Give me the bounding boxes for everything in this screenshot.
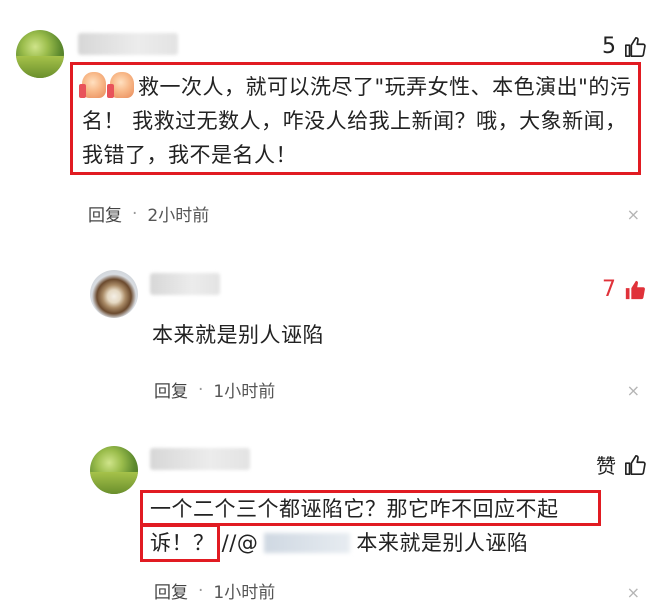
comment-text: 一个二个三个都诬陷它？那它咋不回应不起诉！？ //@ 本来就是别人诬陷: [150, 497, 559, 555]
like-count: 5: [602, 34, 616, 59]
reply-button[interactable]: 回复: [154, 578, 188, 603]
reply-button[interactable]: 回复: [154, 377, 188, 402]
thumbs-up-icon: [625, 36, 646, 57]
like-label: 赞: [596, 454, 616, 478]
close-icon[interactable]: ×: [627, 205, 640, 224]
comment-meta: 回复 · 2小时前: [88, 201, 210, 227]
mention-blurred[interactable]: [264, 533, 351, 553]
avatar[interactable]: [90, 446, 138, 494]
close-icon[interactable]: ×: [627, 381, 640, 400]
separator: ·: [198, 580, 204, 601]
avatar[interactable]: [90, 270, 138, 318]
reply-button[interactable]: 回复: [88, 201, 122, 226]
username-blurred[interactable]: [150, 448, 250, 470]
timestamp: 1小时前: [213, 382, 276, 402]
comment-text: 本来就是别人诬陷: [152, 323, 324, 347]
thumbs-up-emoji-icon: [79, 72, 106, 98]
like-button[interactable]: 7: [602, 277, 646, 302]
separator: ·: [132, 203, 138, 224]
thumbs-up-emoji-icon: [107, 72, 134, 98]
username-blurred[interactable]: [150, 273, 220, 295]
comment-text: 救一次人，就可以洗尽了"玩弄女性、本色演出"的污名！ 我救过无数人，咋没人给我上…: [79, 70, 634, 172]
thumbs-up-icon: [625, 454, 646, 475]
comment-meta: 回复 · 1小时前: [154, 377, 276, 403]
like-button[interactable]: 5: [602, 34, 646, 59]
close-icon[interactable]: ×: [627, 583, 640, 602]
like-button[interactable]: 赞: [596, 450, 646, 479]
separator: ·: [198, 379, 204, 400]
like-count: 7: [602, 277, 616, 302]
username-blurred[interactable]: [78, 33, 178, 55]
timestamp: 2小时前: [147, 206, 210, 226]
comment-meta: 回复 · 1小时前: [154, 578, 276, 604]
timestamp: 1小时前: [213, 583, 276, 603]
thumbs-up-filled-icon: [625, 280, 645, 299]
avatar[interactable]: [16, 30, 64, 78]
